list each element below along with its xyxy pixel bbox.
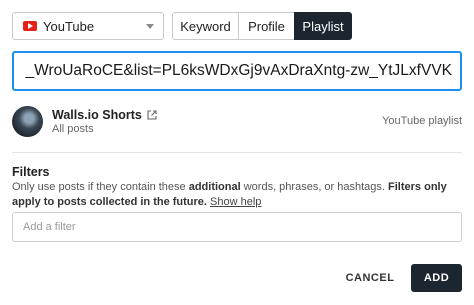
- tab-keyword[interactable]: Keyword: [172, 12, 239, 40]
- youtube-icon: [23, 21, 37, 31]
- chevron-down-icon: [146, 24, 154, 29]
- show-help-link[interactable]: Show help: [210, 196, 261, 208]
- filters-desc-bold-1: additional: [188, 181, 241, 193]
- add-filter-input[interactable]: [12, 212, 462, 242]
- filters-desc-text-2: words, phrases, or hashtags.: [240, 181, 389, 193]
- source-type-tabs: Keyword Profile Playlist: [172, 12, 352, 40]
- add-button[interactable]: ADD: [411, 264, 462, 292]
- avatar: [12, 106, 43, 137]
- channel-name-text: Walls.io Shorts: [52, 108, 142, 122]
- source-type-label: YouTube playlist: [382, 115, 462, 127]
- external-link-icon[interactable]: [147, 110, 157, 120]
- source-select-value: YouTube: [43, 18, 95, 34]
- source-select[interactable]: YouTube: [12, 12, 164, 40]
- playlist-url-input[interactable]: _WroUaRoCE&list=PL6ksWDxGj9vAxDraXntg-zw…: [12, 51, 462, 91]
- filters-title: Filters: [12, 165, 50, 179]
- filters-desc-text-1: Only use posts if they contain these: [12, 181, 189, 193]
- divider: [12, 152, 462, 153]
- tab-profile[interactable]: Profile: [238, 12, 295, 40]
- channel-subtitle: All posts: [52, 123, 94, 135]
- filters-description: Only use posts if they contain these add…: [12, 180, 452, 210]
- playlist-url-value: _WroUaRoCE&list=PL6ksWDxGj9vAxDraXntg-zw…: [25, 62, 452, 79]
- channel-name: Walls.io Shorts: [52, 108, 157, 122]
- tab-playlist[interactable]: Playlist: [294, 12, 352, 40]
- cancel-button[interactable]: CANCEL: [341, 264, 399, 292]
